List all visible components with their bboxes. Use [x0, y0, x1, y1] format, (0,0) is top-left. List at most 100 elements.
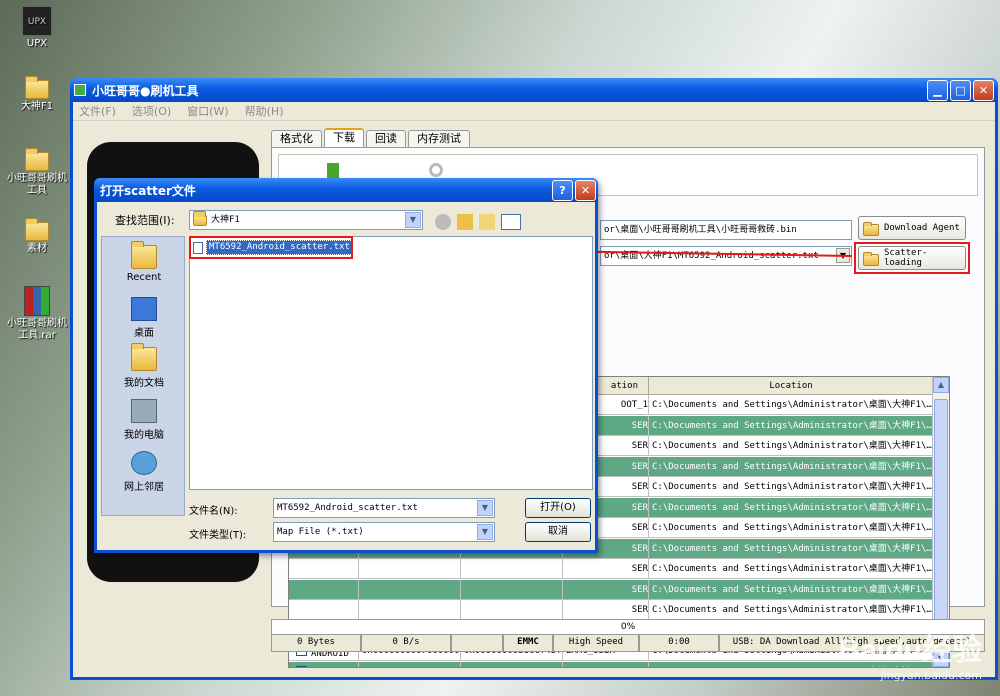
desktop-icon-upx[interactable]: UPX UPX [6, 6, 68, 50]
filename-label: 文件名(N): [189, 506, 238, 517]
desktop-icon-dashen-folder[interactable]: 大神F1 [6, 76, 68, 113]
desktop-icon-label: UPX [26, 38, 48, 49]
scatter-path-dropdown-icon[interactable]: ▼ [836, 248, 850, 263]
help-icon: ? [559, 183, 566, 197]
minimize-icon: ▁ [933, 83, 942, 97]
desktop-icon-material-folder[interactable]: 素材 [6, 218, 68, 255]
scatter-path-text: or\桌面\大神F1\MT6592_Android_scatter.txt [604, 251, 819, 261]
place-label: 我的文档 [124, 378, 164, 389]
dialog-titlebar[interactable]: 打开scatter文件 ? ✕ [94, 178, 598, 202]
minimize-button[interactable]: ▁ [927, 79, 948, 101]
table-cell: C:\Documents and Settings\Administrator\… [649, 518, 934, 538]
table-row[interactable]: SER C:\Documents and Settings\Administrat… [289, 559, 934, 579]
place-network[interactable]: 网上邻居 [102, 451, 186, 493]
table-cell: C:\Documents and Settings\Administrator\… [649, 600, 934, 620]
table-cell: CACHE [289, 661, 359, 667]
tab-readback[interactable]: 回读 [366, 130, 406, 147]
table-cell: SER [563, 559, 649, 579]
maximize-button[interactable]: □ [950, 79, 971, 101]
table-cell: 0x0000000057000000 [359, 661, 461, 667]
chevron-down-icon[interactable]: ▼ [405, 212, 421, 228]
place-label: 网上邻居 [124, 482, 164, 493]
chevron-down-icon[interactable]: ▼ [477, 524, 493, 540]
menu-file[interactable]: 文件(F) [79, 103, 116, 119]
window-titlebar[interactable]: 小旺哥哥●刷机工具 ▁ □ ✕ [70, 78, 998, 102]
table-cell [359, 579, 461, 600]
table-row[interactable]: SER C:\Documents and Settings\Administrat… [289, 579, 934, 600]
tab-memory-test[interactable]: 内存测试 [408, 130, 470, 147]
watermark-url: jingyan.baidu.com [880, 669, 982, 682]
folder-icon [25, 218, 49, 241]
menu-window[interactable]: 窗口(W) [187, 103, 228, 119]
place-label: Recent [126, 272, 162, 283]
menu-options[interactable]: 选项(O) [132, 103, 171, 119]
my-computer-icon [131, 399, 157, 423]
desktop-icon-label: 大神F1 [20, 101, 54, 112]
new-folder-icon[interactable] [479, 214, 495, 230]
table-cell [289, 579, 359, 600]
open-scatter-dialog: 打开scatter文件 ? ✕ 查找范围(I): 大神F1 ▼ Recent 桌… [94, 178, 598, 553]
tab-bar: 格式化 下载 回读 内存测试 [271, 128, 472, 147]
table-row[interactable]: SER C:\Documents and Settings\Administrat… [289, 600, 934, 620]
scatter-path-field[interactable]: or\桌面\大神F1\MT6592_Android_scatter.txt [600, 246, 852, 266]
chevron-down-icon[interactable]: ▼ [477, 500, 493, 516]
table-cell: C:\Documents and Settings\Administrator\… [649, 415, 934, 436]
back-icon[interactable] [435, 214, 451, 230]
table-row[interactable]: CACHE0x00000000570000000x000000005769f09… [289, 661, 934, 667]
tab-download[interactable]: 下载 [324, 128, 364, 147]
window-title: 小旺哥哥●刷机工具 [92, 83, 199, 98]
table-cell [461, 559, 563, 579]
place-desktop[interactable]: 桌面 [102, 297, 186, 339]
table-cell: EMMC_USER [563, 661, 649, 667]
stop-icon[interactable] [429, 163, 443, 177]
desktop-icon-label: 素材 [27, 243, 47, 254]
download-agent-button[interactable]: Download Agent [858, 216, 966, 240]
open-button[interactable]: 打开(O) [525, 498, 591, 518]
network-icon [131, 451, 157, 475]
download-agent-label: Download Agent [884, 223, 960, 233]
table-cell: C:\Documents and Settings\Administrator\… [649, 559, 934, 579]
table-cell: SER [563, 579, 649, 600]
table-cell [289, 600, 359, 620]
table-cell: SER [563, 600, 649, 620]
menu-help[interactable]: 帮助(H) [245, 103, 284, 119]
up-folder-icon[interactable] [457, 214, 473, 230]
place-my-documents[interactable]: 我的文档 [102, 343, 186, 389]
place-label: 我的电脑 [124, 430, 164, 441]
filetype-value: Map File (*.txt) [277, 527, 364, 537]
desktop-icon-label: 小旺哥哥刷机工具 [7, 173, 67, 196]
close-icon: ✕ [978, 83, 989, 97]
desktop-icon-tool-folder[interactable]: 小旺哥哥刷机工具 [6, 148, 68, 197]
maximize-icon: □ [955, 83, 966, 97]
table-cell [359, 600, 461, 620]
table-cell [289, 559, 359, 579]
look-in-combo[interactable]: 大神F1 ▼ [189, 210, 423, 230]
place-label: 桌面 [134, 328, 154, 339]
tab-format[interactable]: 格式化 [271, 130, 322, 147]
table-cell [461, 579, 563, 600]
folder-icon [193, 210, 207, 226]
desktop-icon-rar[interactable]: 小旺哥哥刷机工具.rar [6, 286, 68, 342]
view-menu-icon[interactable] [501, 214, 521, 230]
scroll-thumb[interactable] [934, 399, 948, 639]
grid-header-location[interactable]: Location [649, 377, 934, 395]
dialog-close-button[interactable]: ✕ [575, 179, 596, 201]
close-button[interactable]: ✕ [973, 79, 994, 101]
place-recent[interactable]: Recent [102, 241, 186, 283]
folder-icon [863, 222, 879, 236]
place-my-computer[interactable]: 我的电脑 [102, 399, 186, 441]
download-arrow-icon[interactable] [327, 163, 339, 179]
table-cell: C:\Documents and Settings\Administrator\… [649, 395, 934, 415]
help-button[interactable]: ? [552, 179, 573, 201]
file-list[interactable]: MT6592_Android_scatter.txt [189, 236, 593, 490]
filetype-combo[interactable]: Map File (*.txt) ▼ [273, 522, 495, 542]
scatter-loading-highlight [854, 242, 970, 274]
da-path-field[interactable]: or\桌面\小旺哥哥刷机工具\小旺哥哥救砖.bin [600, 220, 852, 240]
scroll-up-icon[interactable]: ▲ [933, 377, 949, 393]
desktop-icon-label: 小旺哥哥刷机工具.rar [7, 318, 67, 341]
dialog-title: 打开scatter文件 [100, 183, 196, 198]
status-time: 0:00 [639, 635, 719, 652]
row-checkbox[interactable] [296, 662, 307, 667]
cancel-button[interactable]: 取消 [525, 522, 591, 542]
filename-combo[interactable]: MT6592_Android_scatter.txt ▼ [273, 498, 495, 518]
